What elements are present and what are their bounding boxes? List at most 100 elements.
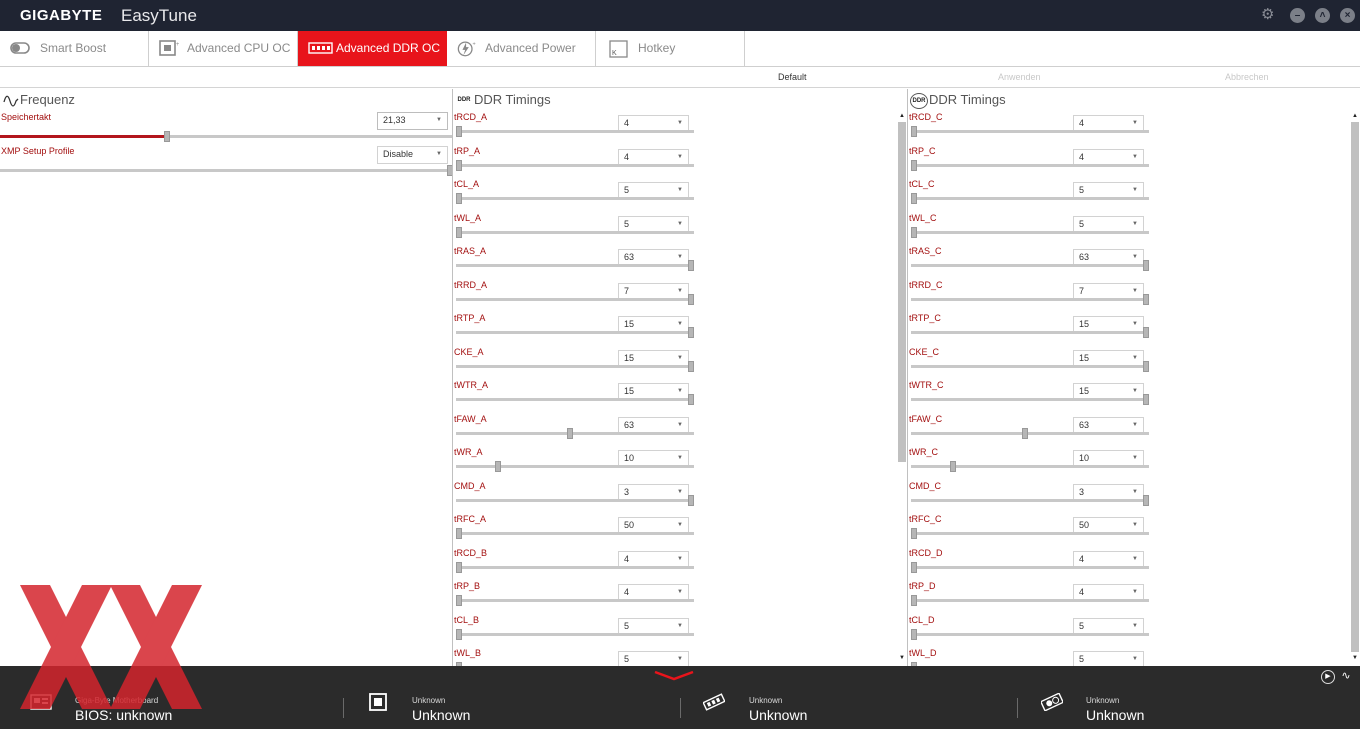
- minimize-icon[interactable]: –: [1290, 8, 1305, 23]
- timing-slider[interactable]: [911, 461, 1149, 472]
- timing-slider[interactable]: [456, 595, 694, 606]
- timing-slider[interactable]: [456, 461, 694, 472]
- gear-icon[interactable]: ⚙: [1261, 7, 1274, 22]
- scrollbar-thumb[interactable]: [1351, 122, 1359, 652]
- timing-row-trtp-c: tRTP_C 15 ▼: [908, 313, 1168, 347]
- slider-thumb[interactable]: [911, 561, 917, 573]
- maximize-icon[interactable]: ˄: [1315, 8, 1330, 23]
- timing-slider[interactable]: [456, 226, 694, 238]
- speichertakt-dropdown[interactable]: 21,33 ▼: [377, 112, 448, 130]
- waveform-icon[interactable]: ∿: [1339, 670, 1353, 684]
- timing-slider[interactable]: [911, 327, 1149, 338]
- tab-advanced-ddr-oc[interactable]: Advanced DDR OC: [298, 31, 447, 66]
- scrollbar[interactable]: ▲ ▼: [898, 112, 906, 662]
- scrollbar[interactable]: ▲ ▼: [1351, 112, 1359, 662]
- xmp-dropdown[interactable]: Disable ▼: [377, 146, 448, 164]
- default-button[interactable]: Default: [778, 72, 807, 82]
- slider-thumb[interactable]: [911, 126, 917, 137]
- slider-thumb[interactable]: [456, 226, 462, 238]
- slider-thumb[interactable]: [688, 394, 694, 405]
- timing-slider[interactable]: [911, 260, 1149, 271]
- chevron-down-icon[interactable]: [653, 670, 695, 682]
- tab-smart-boost[interactable]: Smart Boost: [0, 31, 149, 66]
- timing-dropdown[interactable]: 5 ▼: [1073, 651, 1144, 666]
- slider-thumb[interactable]: [688, 494, 694, 506]
- timing-slider[interactable]: [456, 260, 694, 271]
- slider-thumb[interactable]: [456, 595, 462, 606]
- tab-advanced-cpu-oc[interactable]: + Advanced CPU OC: [149, 31, 298, 66]
- play-icon[interactable]: ▶: [1321, 670, 1335, 684]
- cancel-button[interactable]: Abbrechen: [1225, 72, 1269, 82]
- timing-slider[interactable]: [911, 126, 1149, 137]
- slider-thumb[interactable]: [688, 260, 694, 271]
- slider-thumb[interactable]: [911, 193, 917, 204]
- scroll-down-icon[interactable]: ▼: [898, 654, 906, 662]
- slider-thumb[interactable]: [163, 131, 170, 142]
- slider-thumb[interactable]: [456, 628, 462, 640]
- scroll-up-icon[interactable]: ▲: [898, 112, 906, 120]
- timing-slider[interactable]: [456, 193, 694, 204]
- slider-thumb[interactable]: [456, 159, 462, 171]
- timing-slider[interactable]: [456, 394, 694, 405]
- timing-slider[interactable]: [456, 360, 694, 372]
- timing-label: tRCD_A: [454, 112, 488, 122]
- timing-slider[interactable]: [456, 561, 694, 573]
- timing-slider[interactable]: [911, 595, 1149, 606]
- slider-thumb[interactable]: [911, 528, 917, 539]
- timing-slider[interactable]: [911, 394, 1149, 405]
- xmp-slider[interactable]: [0, 165, 452, 176]
- timing-slider[interactable]: [911, 427, 1149, 439]
- timing-slider[interactable]: [911, 159, 1149, 171]
- timing-slider[interactable]: [456, 293, 694, 305]
- slider-thumb[interactable]: [495, 461, 502, 472]
- slider-thumb[interactable]: [456, 193, 462, 204]
- scroll-down-icon[interactable]: ▼: [1351, 654, 1359, 662]
- slider-thumb[interactable]: [1143, 260, 1149, 271]
- timing-slider[interactable]: [911, 293, 1149, 305]
- scroll-up-icon[interactable]: ▲: [1351, 112, 1359, 120]
- chevron-down-icon: ▼: [677, 488, 683, 495]
- slider-thumb[interactable]: [1143, 394, 1149, 405]
- slider-thumb[interactable]: [1022, 427, 1029, 439]
- slider-thumb[interactable]: [567, 427, 574, 439]
- timing-slider[interactable]: [456, 528, 694, 539]
- slider-thumb[interactable]: [911, 226, 917, 238]
- slider-thumb[interactable]: [456, 561, 462, 573]
- timing-slider[interactable]: [911, 360, 1149, 372]
- timing-dropdown[interactable]: 5 ▼: [618, 651, 689, 666]
- slider-thumb[interactable]: [688, 293, 694, 305]
- speichertakt-slider[interactable]: [0, 131, 452, 142]
- slider-thumb[interactable]: [911, 628, 917, 640]
- timing-slider[interactable]: [911, 494, 1149, 506]
- timing-slider[interactable]: [456, 427, 694, 439]
- slider-thumb[interactable]: [456, 126, 462, 137]
- slider-thumb[interactable]: [688, 360, 694, 372]
- timing-slider[interactable]: [456, 628, 694, 640]
- apply-button[interactable]: Anwenden: [998, 72, 1041, 82]
- tab-advanced-power[interactable]: + Advanced Power: [447, 31, 596, 66]
- timing-slider[interactable]: [911, 628, 1149, 640]
- timing-slider[interactable]: [911, 561, 1149, 573]
- timing-slider[interactable]: [456, 327, 694, 338]
- slider-thumb[interactable]: [1143, 293, 1149, 305]
- slider-thumb[interactable]: [1143, 327, 1149, 338]
- slider-thumb[interactable]: [911, 159, 917, 171]
- slider-thumb[interactable]: [1143, 494, 1149, 506]
- scrollbar-thumb[interactable]: [898, 122, 906, 462]
- timing-slider[interactable]: [911, 193, 1149, 204]
- slider-thumb[interactable]: [688, 327, 694, 338]
- tab-hotkey[interactable]: K Hotkey: [596, 31, 745, 66]
- info-value: Unknown: [1086, 707, 1145, 723]
- timing-slider[interactable]: [456, 494, 694, 506]
- close-icon[interactable]: ×: [1340, 8, 1355, 23]
- timing-slider[interactable]: [456, 159, 694, 171]
- slider-thumb[interactable]: [911, 595, 917, 606]
- divider: [343, 698, 344, 718]
- timing-slider[interactable]: [456, 126, 694, 137]
- chevron-down-icon: ▼: [677, 522, 683, 528]
- slider-thumb[interactable]: [1143, 360, 1149, 372]
- timing-slider[interactable]: [911, 528, 1149, 539]
- timing-slider[interactable]: [911, 226, 1149, 238]
- slider-thumb[interactable]: [950, 461, 957, 472]
- slider-thumb[interactable]: [456, 528, 462, 539]
